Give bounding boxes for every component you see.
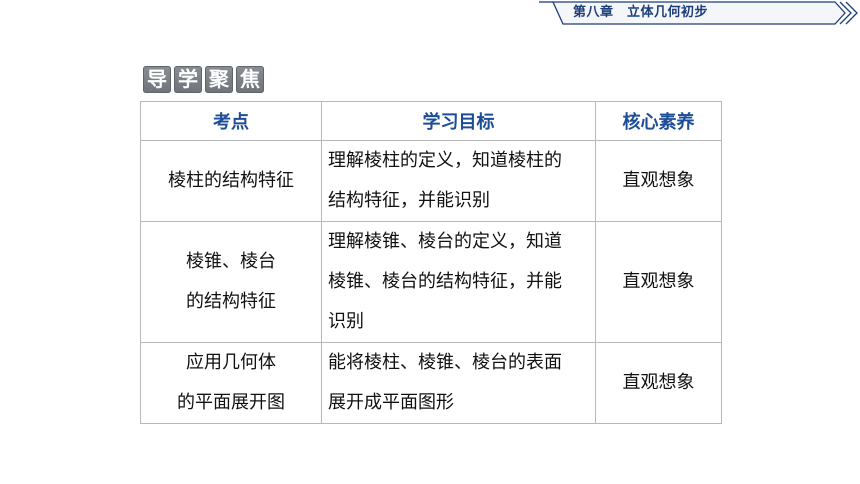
table-header-row: 考点 学习目标 核心素养 (140, 101, 722, 141)
topic-cell: 应用几何体 的平面展开图 (140, 342, 322, 424)
header-goal: 学习目标 (321, 101, 596, 141)
section-title-char: 导 (143, 66, 171, 93)
goal-cell: 理解棱柱的定义，知道棱柱的 结构特征，并能识别 (321, 140, 596, 222)
section-title-char: 焦 (236, 66, 264, 93)
section-title-char: 聚 (205, 66, 233, 93)
literacy-cell: 直观想象 (595, 342, 722, 424)
literacy-cell: 直观想象 (595, 140, 722, 222)
topic-cell: 棱柱的结构特征 (140, 140, 322, 222)
goal-cell: 能将棱柱、棱锥、棱台的表面 展开成平面图形 (321, 342, 596, 424)
learning-goals-table: 考点 学习目标 核心素养 棱柱的结构特征 理解棱柱的定义，知道棱柱的 结构特征，… (140, 101, 722, 424)
section-title: 导 学 聚 焦 (143, 66, 264, 93)
chapter-title: 第八章 立体几何初步 (573, 5, 709, 20)
table-row: 应用几何体 的平面展开图 能将棱柱、棱锥、棱台的表面 展开成平面图形 直观想象 (140, 342, 722, 424)
chapter-banner: 第八章 立体几何初步 (535, 0, 860, 26)
section-title-char: 学 (174, 66, 202, 93)
header-literacy: 核心素养 (595, 101, 722, 141)
table-row: 棱锥、棱台 的结构特征 理解棱锥、棱台的定义，知道 棱锥、棱台的结构特征，并能 … (140, 221, 722, 343)
table-row: 棱柱的结构特征 理解棱柱的定义，知道棱柱的 结构特征，并能识别 直观想象 (140, 140, 722, 222)
topic-cell: 棱锥、棱台 的结构特征 (140, 221, 322, 343)
literacy-cell: 直观想象 (595, 221, 722, 343)
goal-cell: 理解棱锥、棱台的定义，知道 棱锥、棱台的结构特征，并能 识别 (321, 221, 596, 343)
header-topic: 考点 (140, 101, 322, 141)
